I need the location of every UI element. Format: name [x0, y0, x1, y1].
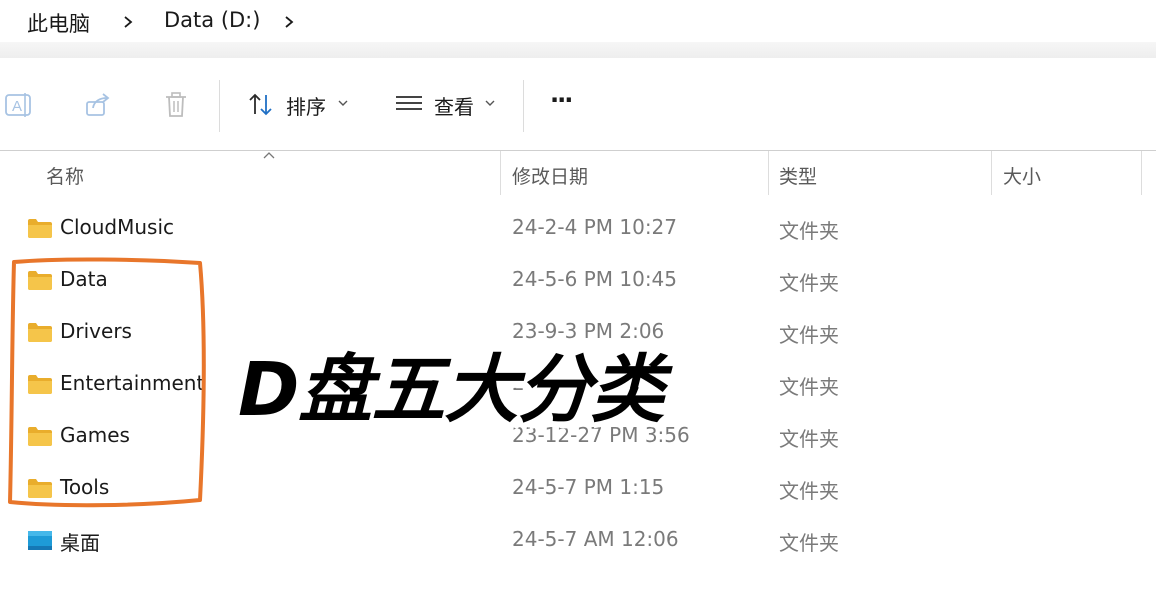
folder-icon	[28, 219, 52, 238]
file-type: 文件夹	[779, 375, 839, 399]
chevron-right-icon[interactable]	[120, 12, 136, 32]
column-header: 名称 修改日期 类型 大小	[0, 151, 1156, 197]
column-size[interactable]: 大小	[1003, 162, 1041, 189]
file-type: 文件夹	[779, 427, 839, 451]
file-type: 文件夹	[779, 479, 839, 503]
file-type: 文件夹	[779, 271, 839, 295]
sort-label: 排序	[286, 95, 326, 119]
svg-text:A: A	[12, 98, 22, 115]
column-divider[interactable]	[768, 151, 769, 195]
share-icon[interactable]	[84, 92, 112, 118]
column-divider[interactable]	[1141, 151, 1142, 195]
file-modified: 24-5-7 AM 12:06	[512, 527, 679, 551]
file-type: 文件夹	[779, 219, 839, 243]
column-name[interactable]: 名称	[46, 162, 84, 189]
file-name: Games	[60, 423, 130, 447]
file-name: Entertainment	[60, 371, 205, 395]
view-list-icon	[396, 96, 422, 110]
file-row-tools[interactable]: Tools 24-5-7 PM 1:15 文件夹	[0, 462, 1156, 514]
chevron-down-icon	[485, 100, 495, 106]
file-row-data[interactable]: Data 24-5-6 PM 10:45 文件夹	[0, 254, 1156, 306]
file-name: CloudMusic	[60, 215, 175, 239]
file-name: 桌面	[60, 531, 100, 555]
column-divider[interactable]	[991, 151, 992, 195]
overlay-title: D盘五大分类	[238, 347, 664, 433]
file-type: 文件夹	[779, 323, 839, 347]
more-options-button[interactable]: ···	[550, 86, 573, 114]
toolbar-separator	[219, 80, 220, 132]
breadcrumb-data-drive[interactable]: Data (D:)	[164, 8, 260, 32]
file-modified: 24-5-7 PM 1:15	[512, 475, 665, 499]
desktop-folder-icon	[28, 531, 52, 550]
file-row-desktop[interactable]: 桌面 24-5-7 AM 12:06 文件夹	[0, 514, 1156, 566]
column-divider[interactable]	[500, 151, 501, 195]
sort-icon	[249, 93, 272, 116]
file-modified: 24-2-4 PM 10:27	[512, 215, 677, 239]
folder-icon	[28, 323, 52, 342]
column-type[interactable]: 类型	[779, 162, 817, 189]
file-name: Data	[60, 267, 108, 291]
breadcrumb: 此电脑 Data (D:)	[0, 0, 1156, 58]
folder-icon	[28, 271, 52, 290]
view-label: 查看	[434, 95, 474, 119]
folder-icon	[28, 427, 52, 446]
chevron-right-icon[interactable]	[281, 12, 297, 32]
file-modified: 24-5-6 PM 10:45	[512, 267, 677, 291]
breadcrumb-this-pc[interactable]: 此电脑	[27, 8, 90, 38]
command-toolbar: A 排序 查看 ···	[0, 58, 1156, 151]
file-type: 文件夹	[779, 531, 839, 555]
folder-icon	[28, 375, 52, 394]
chevron-down-icon	[338, 100, 348, 106]
folder-icon	[28, 479, 52, 498]
delete-icon[interactable]	[163, 91, 189, 119]
breadcrumb-shadow	[0, 42, 1156, 58]
sort-ascending-icon	[263, 152, 275, 159]
column-modified[interactable]: 修改日期	[512, 162, 588, 189]
file-name: Drivers	[60, 319, 132, 343]
file-name: Tools	[60, 475, 110, 499]
rename-icon[interactable]: A	[4, 92, 34, 118]
toolbar-separator	[523, 80, 524, 132]
file-row-cloudmusic[interactable]: CloudMusic 24-2-4 PM 10:27 文件夹	[0, 202, 1156, 254]
